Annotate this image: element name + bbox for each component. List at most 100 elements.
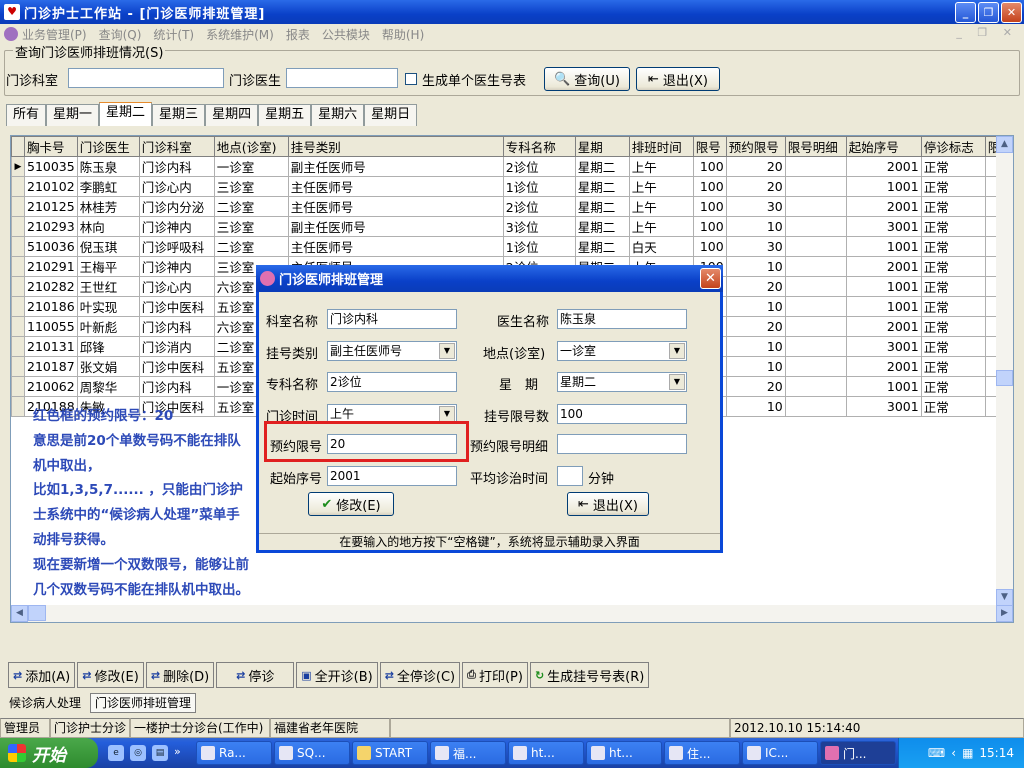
stop-all-button[interactable]: ⇄ 全停诊(C) — [379, 662, 461, 688]
dlg-limit-input[interactable]: 100 — [557, 404, 687, 424]
keyboard-icon[interactable]: ⌨ — [928, 746, 945, 760]
table-cell[interactable]: 正常 — [920, 396, 986, 417]
column-header[interactable]: 胸卡号 — [24, 136, 78, 157]
close-button[interactable]: ✕ — [1001, 2, 1022, 23]
table-cell[interactable]: 20 — [725, 176, 786, 197]
table-cell[interactable]: 3001 — [845, 216, 922, 237]
table-cell[interactable]: 1001 — [845, 236, 922, 257]
row-indicator[interactable] — [11, 396, 25, 417]
table-cell[interactable]: 正常 — [920, 296, 986, 317]
table-cell[interactable]: 门诊内科 — [138, 376, 215, 397]
taskbar-item[interactable]: 住... — [664, 741, 740, 765]
table-cell[interactable] — [784, 356, 847, 377]
row-indicator[interactable] — [11, 276, 25, 297]
table-cell[interactable]: 上午 — [628, 216, 694, 237]
dlg-specialty-input[interactable]: 2诊位 — [327, 372, 457, 392]
table-cell[interactable]: 三诊室 — [213, 176, 289, 197]
add-button[interactable]: ⇄ 添加(A) — [8, 662, 76, 688]
table-cell[interactable]: 100 — [692, 196, 727, 217]
scroll-down-icon[interactable]: ▼ — [996, 589, 1013, 606]
taskbar-item[interactable]: IC... — [742, 741, 818, 765]
network-icon[interactable]: ▦ — [962, 746, 973, 760]
tab-sunday[interactable]: 星期日 — [364, 104, 418, 126]
tab-all[interactable]: 所有 — [6, 104, 47, 126]
table-cell[interactable]: 1诊位 — [502, 176, 576, 197]
dlg-doctor-input[interactable]: 陈玉泉 — [557, 309, 687, 329]
row-indicator[interactable] — [11, 256, 25, 277]
tab-friday[interactable]: 星期五 — [258, 104, 312, 126]
dlg-appt-detail-input[interactable] — [557, 434, 687, 454]
table-cell[interactable]: 正常 — [920, 196, 986, 217]
table-cell[interactable]: 210102 — [24, 176, 78, 197]
table-cell[interactable] — [784, 176, 847, 197]
menu-query[interactable]: 查询(Q) — [99, 26, 142, 43]
table-cell[interactable]: 2001 — [845, 156, 922, 177]
hscroll-thumb[interactable] — [28, 605, 46, 621]
table-cell[interactable]: 210187 — [24, 356, 78, 377]
table-cell[interactable]: 20 — [725, 156, 786, 177]
table-row[interactable]: 510036 倪玉琪 门诊呼吸科 二诊室 主任医师号 1诊位 星期二 白天 100 30 1001 正… — [11, 236, 1007, 257]
menu-public[interactable]: 公共模块 — [322, 26, 370, 43]
dropdown-arrow-icon[interactable]: ▼ — [669, 374, 685, 390]
table-cell[interactable]: 周黎华 — [76, 376, 140, 397]
column-header[interactable]: 限号 — [692, 136, 727, 157]
table-cell[interactable]: 210293 — [24, 216, 78, 237]
taskbar-item[interactable]: ht... — [508, 741, 584, 765]
table-cell[interactable]: 门诊内科 — [138, 156, 215, 177]
column-header[interactable]: 地点(诊室) — [213, 136, 289, 157]
table-cell[interactable]: 10 — [725, 296, 786, 317]
tab-monday[interactable]: 星期一 — [46, 104, 100, 126]
row-indicator[interactable] — [11, 176, 25, 197]
table-cell[interactable]: 正常 — [920, 216, 986, 237]
table-cell[interactable]: 20 — [725, 376, 786, 397]
table-cell[interactable]: 李鹏虹 — [76, 176, 140, 197]
table-cell[interactable]: 正常 — [920, 276, 986, 297]
mdi-child-icon[interactable] — [4, 27, 18, 41]
table-cell[interactable]: 30 — [725, 236, 786, 257]
table-cell[interactable]: 星期二 — [574, 216, 630, 237]
table-cell[interactable]: 上午 — [628, 196, 694, 217]
open-all-button[interactable]: ▣ 全开诊(B) — [296, 662, 378, 688]
table-cell[interactable]: 林桂芳 — [76, 196, 140, 217]
table-row[interactable]: 210102 李鹏虹 门诊心内 三诊室 主任医师号 1诊位 星期二 上午 100 20 1001 正常 — [11, 176, 1007, 197]
dlg-weekday-select[interactable]: 星期二 ▼ — [557, 372, 687, 392]
tab-wednesday[interactable]: 星期三 — [152, 104, 206, 126]
table-cell[interactable]: 星期二 — [574, 176, 630, 197]
dlg-exit-button[interactable]: ⇤ 退出(X) — [567, 492, 649, 516]
table-cell[interactable]: 1诊位 — [502, 236, 576, 257]
column-header[interactable]: 停诊标志 — [920, 136, 986, 157]
table-cell[interactable]: 30 — [725, 196, 786, 217]
table-cell[interactable]: 正常 — [920, 356, 986, 377]
table-cell[interactable] — [784, 196, 847, 217]
tray-expand-icon[interactable]: ‹ — [951, 746, 956, 760]
table-cell[interactable]: 二诊室 — [213, 236, 289, 257]
table-row[interactable]: 210293 林向 门诊神内 三诊室 副主任医师号 3诊位 星期二 上午 100 10 3001 正常 — [11, 216, 1007, 237]
table-cell[interactable]: 正常 — [920, 156, 986, 177]
table-cell[interactable]: 1001 — [845, 276, 922, 297]
tab-saturday[interactable]: 星期六 — [311, 104, 365, 126]
table-cell[interactable]: 210125 — [24, 196, 78, 217]
table-cell[interactable]: 510035 — [24, 156, 78, 177]
doctor-input[interactable] — [286, 68, 398, 88]
table-cell[interactable]: 张文娟 — [76, 356, 140, 377]
column-header[interactable]: 预约限号 — [725, 136, 786, 157]
exit-button[interactable]: ⇤ 退出(X) — [636, 67, 720, 91]
table-cell[interactable]: 正常 — [920, 336, 986, 357]
row-indicator[interactable] — [11, 196, 25, 217]
dlg-modify-button[interactable]: ✔ 修改(E) — [308, 492, 394, 516]
dlg-dept-input[interactable]: 门诊内科 — [327, 309, 457, 329]
table-cell[interactable]: 2001 — [845, 316, 922, 337]
scroll-thumb[interactable] — [996, 370, 1013, 386]
current-row-arrow-icon[interactable]: ▶ — [11, 156, 25, 177]
table-cell[interactable]: 星期二 — [574, 236, 630, 257]
table-cell[interactable]: 2诊位 — [502, 196, 576, 217]
table-cell[interactable]: 上午 — [628, 156, 694, 177]
table-cell[interactable]: 门诊呼吸科 — [138, 236, 215, 257]
table-cell[interactable]: 王梅平 — [76, 256, 140, 277]
table-cell[interactable]: 星期二 — [574, 196, 630, 217]
document-icon[interactable]: ▤ — [152, 745, 168, 761]
row-indicator[interactable] — [11, 296, 25, 317]
menu-help[interactable]: 帮助(H) — [382, 26, 424, 43]
row-indicator[interactable] — [11, 336, 25, 357]
table-cell[interactable] — [784, 376, 847, 397]
